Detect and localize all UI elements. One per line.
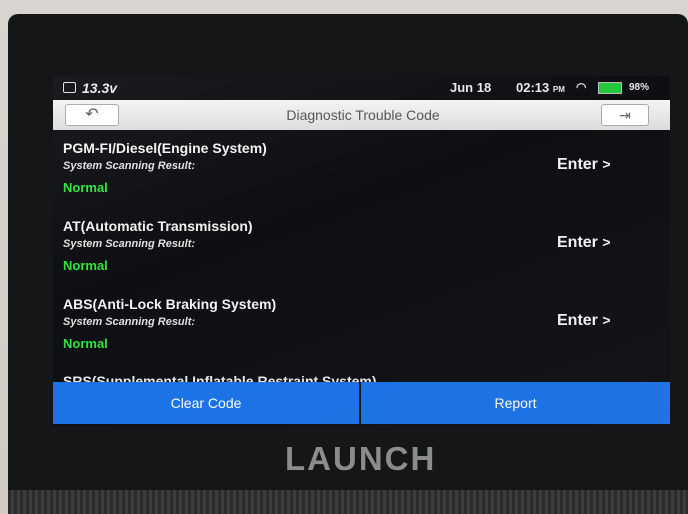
report-button[interactable]: Report bbox=[361, 382, 670, 424]
bottom-action-bar: Clear Code Report bbox=[53, 382, 670, 426]
battery-percent: 98% bbox=[629, 82, 650, 93]
battery-icon bbox=[598, 82, 622, 94]
exit-icon: ⇥ bbox=[619, 107, 631, 123]
scan-status: Normal bbox=[63, 258, 108, 273]
status-date: Jun 18 bbox=[450, 80, 492, 95]
scan-result-label: System Scanning Result: bbox=[63, 316, 196, 328]
system-name: ABS(Anti-Lock Braking System) bbox=[63, 296, 277, 312]
system-row: PGM-FI/Diesel(Engine System) System Scan… bbox=[53, 134, 670, 212]
chevron-right-icon: > bbox=[602, 156, 611, 172]
enter-button[interactable]: Enter > bbox=[557, 312, 611, 330]
enter-label: Enter bbox=[557, 156, 598, 173]
car-icon bbox=[63, 82, 76, 93]
back-arrow-icon: ↶ bbox=[85, 106, 99, 123]
system-row: ABS(Anti-Lock Braking System) System Sca… bbox=[53, 290, 670, 368]
exit-button[interactable]: ⇥ bbox=[601, 104, 649, 126]
enter-button[interactable]: Enter > bbox=[557, 234, 611, 252]
device-brand-logo: LAUNCH bbox=[285, 440, 437, 477]
status-bar: 13.3v Jun 18 02:13 PM ◠ 98% bbox=[53, 76, 670, 98]
page-title: Diagnostic Trouble Code bbox=[286, 107, 440, 123]
system-name: AT(Automatic Transmission) bbox=[63, 218, 253, 234]
clear-code-button[interactable]: Clear Code bbox=[53, 382, 359, 424]
status-time-suffix: PM bbox=[552, 85, 565, 94]
enter-label: Enter bbox=[557, 234, 598, 251]
enter-label: Enter bbox=[557, 312, 598, 329]
device-edge bbox=[8, 490, 688, 514]
scan-status: Normal bbox=[63, 180, 108, 195]
scan-result-label: System Scanning Result: bbox=[63, 160, 196, 172]
partial-system-name: SRS(Supplemental Inflatable Restraint Sy… bbox=[63, 374, 377, 382]
status-time: 02:13 PM bbox=[516, 80, 565, 95]
screen: 13.3v Jun 18 02:13 PM ◠ 98% ↶ Diagnostic… bbox=[53, 76, 670, 426]
back-button[interactable]: ↶ bbox=[65, 104, 119, 126]
scan-result-label: System Scanning Result: bbox=[63, 238, 196, 250]
system-name: PGM-FI/Diesel(Engine System) bbox=[63, 140, 267, 156]
status-time-value: 02:13 bbox=[516, 80, 550, 95]
wifi-icon: ◠ bbox=[576, 80, 587, 94]
system-row: AT(Automatic Transmission) System Scanni… bbox=[53, 212, 670, 290]
scan-status: Normal bbox=[63, 336, 108, 351]
chevron-right-icon: > bbox=[602, 234, 611, 250]
enter-button[interactable]: Enter > bbox=[557, 156, 611, 174]
title-bar: ↶ Diagnostic Trouble Code ⇥ bbox=[53, 100, 670, 130]
voltage-readout: 13.3v bbox=[82, 80, 118, 96]
chevron-right-icon: > bbox=[602, 312, 611, 328]
